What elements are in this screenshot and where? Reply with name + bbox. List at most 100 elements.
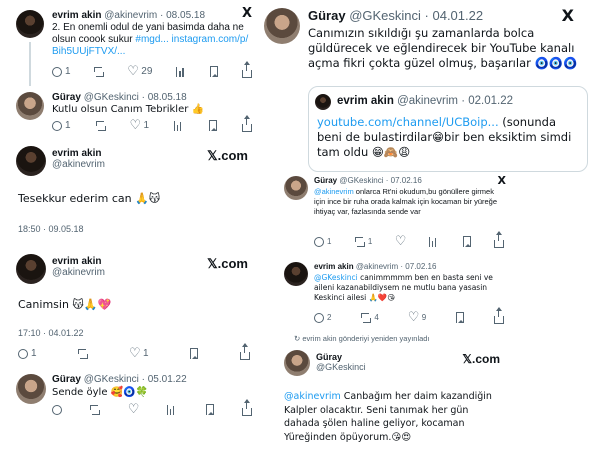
author-name[interactable]: Güray — [52, 92, 81, 103]
share-button[interactable] — [241, 114, 252, 132]
tweet-guray-2016[interactable]: Güray @GKeskinci · 07.02.16 X @akinevrim… — [278, 172, 510, 254]
avatar[interactable] — [284, 262, 308, 286]
youtube-link[interactable]: youtube.com/channel/UCBoip... — [317, 115, 499, 129]
x-com-logo: 𝕏.com — [207, 256, 248, 271]
tweet-evrim-1[interactable]: evrim akin @akinevrim · 08.05.18 X 2. En… — [8, 4, 258, 86]
bookmark-button[interactable] — [456, 312, 465, 323]
tweet-evrim-thanks[interactable]: evrim akin @akinevrim 𝕏.com Tesekkur ede… — [8, 140, 258, 240]
like-button[interactable]: 9 — [408, 310, 426, 325]
share-button[interactable] — [241, 398, 252, 416]
author-handle[interactable]: @GKeskinci — [339, 176, 383, 185]
share-button[interactable] — [241, 60, 252, 78]
retweet-icon — [95, 120, 106, 131]
retweet-icon — [354, 236, 365, 247]
bookmark-button[interactable] — [209, 120, 217, 131]
reply-count: 1 — [327, 237, 332, 246]
author-name[interactable]: Güray — [52, 374, 81, 385]
repost-text: evrim akin gönderiyi yeniden yayınladı — [302, 334, 430, 343]
bookmark-button[interactable] — [210, 66, 219, 77]
avatar[interactable] — [16, 146, 46, 176]
reply-button[interactable]: 2 — [314, 312, 331, 323]
retweet-button[interactable] — [94, 66, 105, 77]
like-button[interactable]: 1 — [130, 118, 150, 133]
post-date[interactable]: · 04.01.22 — [425, 8, 484, 23]
instagram-link[interactable]: instagram.com/p/ — [172, 34, 249, 45]
reply-button[interactable]: 1 — [52, 66, 71, 77]
like-button[interactable]: 29 — [127, 64, 153, 79]
bookmark-button[interactable] — [462, 236, 471, 247]
bookmark-icon — [456, 312, 465, 323]
bookmark-button[interactable] — [205, 404, 214, 415]
author-name[interactable]: Güray — [316, 352, 366, 362]
author-name[interactable]: evrim akin — [52, 10, 101, 21]
author-handle[interactable]: @akinevrim — [397, 95, 458, 107]
retweet-button[interactable]: 1 — [354, 236, 372, 247]
post-date[interactable]: · 02.01.22 — [461, 95, 513, 107]
tweet-guray-youtube[interactable]: Güray @GKeskinci · 04.01.22 X Canımızın … — [258, 0, 596, 174]
author-handle[interactable]: @akinevrim — [52, 159, 105, 170]
like-button[interactable] — [128, 402, 140, 417]
author-handle[interactable]: @akinevrim — [104, 10, 157, 21]
quoted-tweet[interactable]: evrim akin @akinevrim · 02.01.22 youtube… — [308, 86, 588, 172]
reply-button[interactable]: 1 — [314, 236, 332, 247]
author-name[interactable]: evrim akin — [52, 256, 105, 267]
avatar[interactable] — [16, 92, 44, 120]
post-date[interactable]: · 07.02.16 — [400, 262, 436, 271]
reply-button[interactable]: 1 — [52, 120, 71, 131]
author-handle[interactable]: @GKeskinci — [349, 8, 421, 23]
instagram-link-2[interactable]: Bih5UUjFTVX/... — [52, 46, 125, 57]
retweet-button[interactable] — [90, 404, 101, 415]
views-button[interactable] — [429, 236, 439, 247]
like-count: 29 — [141, 66, 153, 77]
share-icon — [241, 398, 252, 416]
views-button[interactable] — [167, 404, 177, 415]
mention-link[interactable]: @GKeskinci — [314, 273, 358, 282]
reply-button[interactable] — [52, 404, 62, 415]
retweet-button[interactable]: 4 — [361, 312, 379, 323]
author-name[interactable]: Güray — [308, 8, 346, 23]
author-name[interactable]: evrim akin — [337, 95, 394, 107]
post-date[interactable]: · 07.02.16 — [386, 176, 422, 185]
tweet-guray-canbagim[interactable]: Güray @GKeskinci 𝕏.com @akinevrim Canbağ… — [278, 346, 510, 456]
share-button[interactable] — [493, 306, 504, 324]
like-button[interactable] — [395, 234, 407, 249]
author-handle[interactable]: @GKeskinci — [316, 362, 366, 372]
bookmark-button[interactable] — [190, 348, 199, 359]
mention-link[interactable]: @akinevrim — [314, 187, 354, 196]
tweet-guray-reply[interactable]: Güray @GKeskinci · 08.05.18 Kutlu olsun … — [8, 88, 258, 134]
views-button[interactable] — [176, 66, 186, 77]
tweet-evrim-2016[interactable]: evrim akin @akinevrim · 07.02.16 @GKeski… — [278, 258, 510, 328]
author-handle[interactable]: @GKeskinci — [84, 374, 139, 385]
reply-icon — [52, 120, 62, 131]
avatar[interactable] — [284, 176, 308, 200]
hashtag-link[interactable]: #mgd... — [135, 34, 168, 45]
retweet-button[interactable] — [95, 120, 106, 131]
avatar[interactable] — [315, 94, 331, 110]
post-date[interactable]: · 05.01.22 — [142, 374, 187, 385]
repost-indicator[interactable]: ↻ evrim akin gönderiyi yeniden yayınladı — [294, 334, 430, 343]
avatar[interactable] — [264, 8, 300, 44]
author-name[interactable]: evrim akin — [314, 262, 354, 271]
avatar[interactable] — [284, 350, 310, 376]
tweet-guray-sende[interactable]: Güray @GKeskinci · 05.01.22 Sende öyle 🥰… — [8, 370, 258, 424]
share-button[interactable] — [493, 230, 504, 248]
author-handle[interactable]: @GKeskinci — [84, 92, 139, 103]
like-button[interactable]: 1 — [129, 346, 149, 361]
author-name[interactable]: Güray — [314, 176, 337, 185]
action-bar: 2 4 9 — [314, 306, 504, 325]
author-handle[interactable]: @akinevrim — [356, 262, 398, 271]
avatar[interactable] — [16, 10, 44, 38]
reply-button[interactable]: 1 — [18, 348, 37, 359]
author-handle[interactable]: @akinevrim — [52, 267, 105, 278]
post-date[interactable]: · 08.05.18 — [160, 10, 205, 21]
views-button[interactable] — [174, 120, 184, 131]
post-date[interactable]: · 08.05.18 — [142, 92, 187, 103]
share-button[interactable] — [240, 342, 250, 360]
share-icon — [241, 60, 252, 78]
retweet-button[interactable] — [78, 348, 89, 359]
author-name[interactable]: evrim akin — [52, 148, 105, 159]
avatar[interactable] — [16, 374, 46, 404]
tweet-evrim-canimsin[interactable]: evrim akin @akinevrim 𝕏.com Canimsin 😽🙏💖… — [8, 250, 258, 366]
mention-link[interactable]: @akinevrim — [284, 391, 341, 402]
avatar[interactable] — [16, 254, 46, 284]
